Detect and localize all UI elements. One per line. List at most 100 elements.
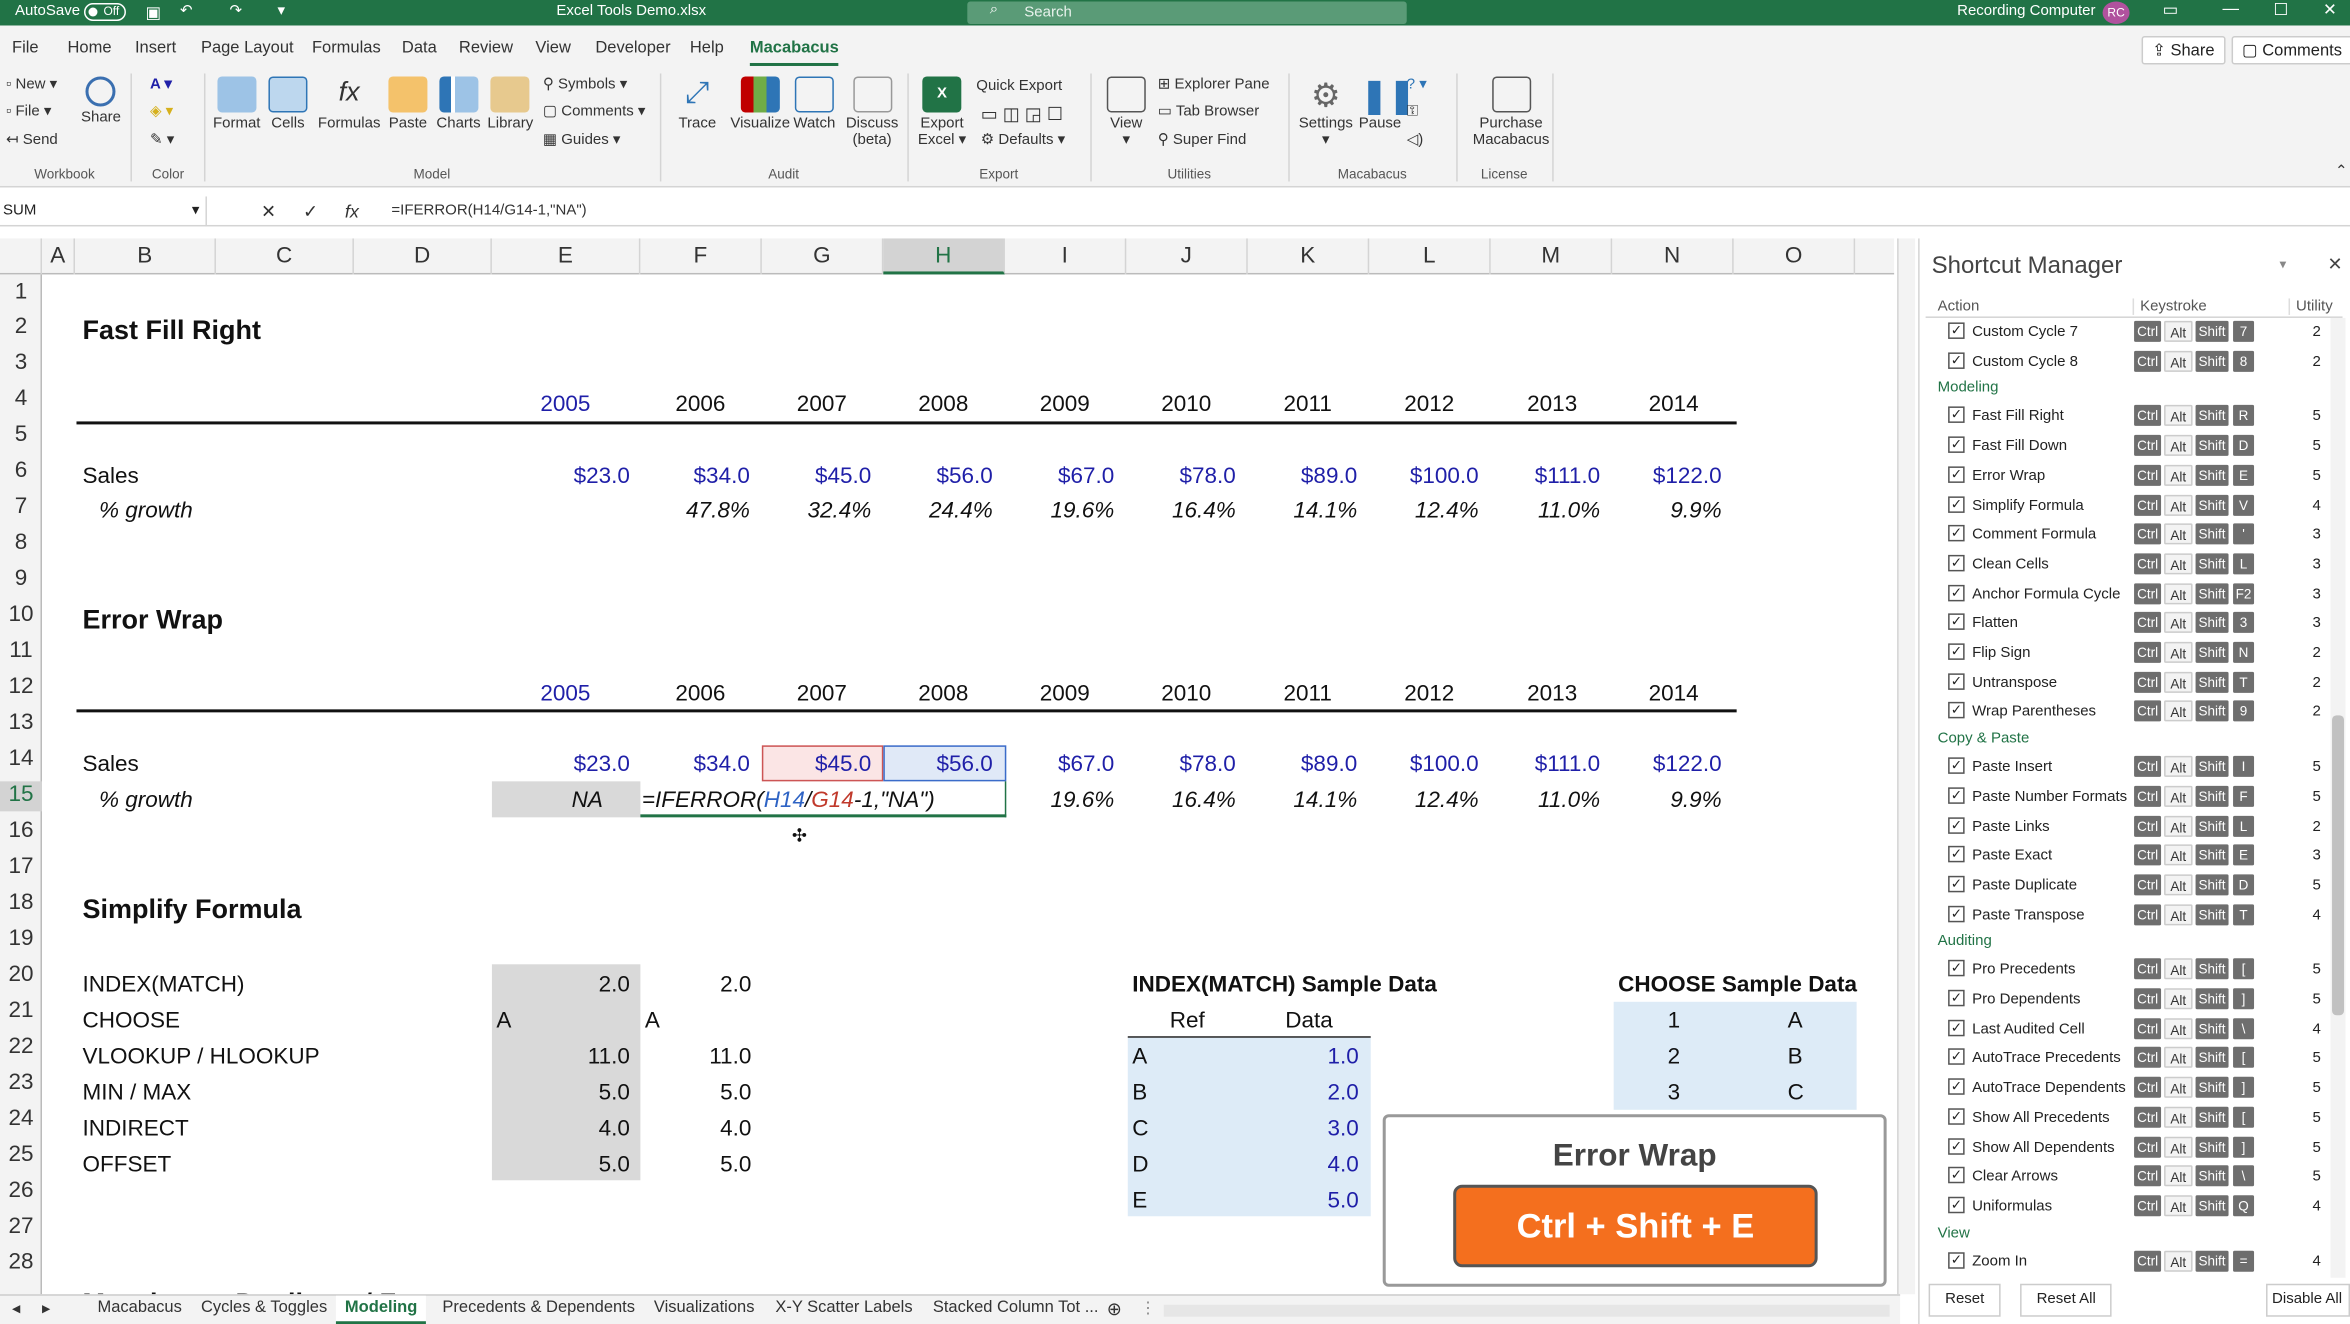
sales-cell[interactable]: $34.0 [630,463,750,488]
growth-cell[interactable]: 12.4% [1359,787,1479,812]
shortcut-row[interactable]: ✓ Custom Cycle 8 Ctrl Alt Shift 8 2 [1926,347,2331,375]
growth-cell[interactable]: 14.1% [1237,498,1357,523]
sheet-grid[interactable]: Fast Fill Right 2005 2006 2007 2008 2009 2010… [0,0,1894,1294]
shortcut-row[interactable]: ✓ Paste Exact Ctrl Alt Shift E 3 [1926,842,2331,870]
checkbox-checked-icon[interactable]: ✓ [1948,351,1965,369]
growth-cell[interactable]: 16.4% [1116,787,1236,812]
sales-cell[interactable]: $111.0 [1480,463,1600,488]
growth-cell[interactable]: 11.0% [1480,787,1600,812]
sales-cell[interactable]: $45.0 [751,463,871,488]
checkbox-checked-icon[interactable]: ✓ [1948,1078,1965,1095]
simplify-f-value[interactable]: 5.0 [631,1080,751,1105]
shortcut-row[interactable]: ✓ Custom Cycle 7 Ctrl Alt Shift 7 2 [1926,318,2331,346]
sales-cell[interactable]: $67.0 [994,751,1114,776]
growth-cell[interactable]: 19.6% [994,787,1114,812]
growth-cell[interactable]: 9.9% [1602,787,1721,812]
sales-cell[interactable]: $78.0 [1116,463,1235,488]
index-ref-cell[interactable]: D [1132,1152,1148,1177]
index-data-cell[interactable]: 1.0 [1239,1044,1358,1069]
pane-options-icon[interactable]: ▾ [2280,256,2287,272]
year-cell[interactable]: 2009 [1035,391,1095,416]
simplify-e-value[interactable]: 11.0 [510,1044,630,1069]
shortcut-row[interactable]: ✓ Zoom In Ctrl Alt Shift = 4 [1926,1247,2331,1275]
sm-scroll-thumb[interactable] [2332,715,2345,1016]
year-cell[interactable]: 2007 [792,681,852,706]
shortcut-row[interactable]: ✓ Uniformulas Ctrl Alt Shift Q 4 [1926,1192,2331,1220]
index-data-cell[interactable]: 4.0 [1239,1152,1358,1177]
simplify-f-value[interactable]: 2.0 [631,972,751,997]
sheet-tab[interactable]: Stacked Column Tot ... [933,1299,1099,1317]
year-cell[interactable]: 2014 [1644,681,1704,706]
sheet-tab[interactable]: X-Y Scatter Labels [775,1299,912,1317]
checkbox-checked-icon[interactable]: ✓ [1948,1019,1965,1036]
cell-e15[interactable]: NA [495,787,603,812]
checkbox-checked-icon[interactable]: ✓ [1948,757,1965,774]
simplify-f-value[interactable]: A [645,1008,660,1033]
checkbox-checked-icon[interactable]: ✓ [1948,875,1965,893]
vertical-scrollbar[interactable] [1897,238,1916,1295]
shortcut-row[interactable]: ✓ Last Audited Cell Ctrl Alt Shift \ 4 [1926,1015,2331,1043]
shortcut-row[interactable]: ✓ AutoTrace Precedents Ctrl Alt Shift[5 [1926,1044,2331,1072]
checkbox-checked-icon[interactable]: ✓ [1948,407,1965,424]
sales-cell[interactable]: $23.0 [510,751,630,776]
simplify-e-value[interactable]: 2.0 [510,972,630,997]
checkbox-checked-icon[interactable]: ✓ [1948,989,1965,1007]
sheet-tab[interactable]: Macabacus [97,1299,181,1317]
keystroke-header[interactable]: Keystroke [2132,298,2207,315]
simplify-f-value[interactable]: 4.0 [631,1116,751,1141]
checkbox-checked-icon[interactable]: ✓ [1948,613,1965,631]
sales-cell[interactable]: $122.0 [1602,463,1722,488]
checkbox-checked-icon[interactable]: ✓ [1948,554,1965,572]
sales-cell[interactable]: $100.0 [1359,751,1479,776]
sales-cell[interactable]: $45.0 [751,751,871,776]
checkbox-checked-icon[interactable]: ✓ [1948,1137,1965,1155]
year-cell[interactable]: 2010 [1156,391,1216,416]
shortcut-row[interactable]: ✓ Paste Duplicate Ctrl Alt Shift D 5 [1926,871,2331,899]
checkbox-checked-icon[interactable]: ✓ [1948,702,1965,719]
simplify-f-value[interactable]: 11.0 [631,1044,751,1069]
year-cell[interactable]: 2013 [1522,681,1582,706]
growth-cell[interactable]: 9.9% [1602,498,1721,523]
index-data-cell[interactable]: 2.0 [1239,1080,1358,1105]
checkbox-checked-icon[interactable]: ✓ [1948,1196,1965,1214]
choose-letter-cell[interactable]: C [1788,1080,1804,1105]
disable-all-button[interactable]: Disable All [2266,1283,2350,1317]
close-icon[interactable]: ✕ [2323,0,2337,19]
growth-cell[interactable]: 14.1% [1237,787,1357,812]
checkbox-checked-icon[interactable]: ✓ [1948,672,1965,690]
checkbox-checked-icon[interactable]: ✓ [1948,584,1965,601]
checkbox-checked-icon[interactable]: ✓ [1948,495,1965,513]
checkbox-checked-icon[interactable]: ✓ [1948,525,1965,542]
shortcut-row[interactable]: ✓ Comment Formula Ctrl Alt Shift ' 3 [1926,521,2331,549]
shortcut-row[interactable]: ✓ Untranspose Ctrl Alt Shift T 2 [1926,668,2331,696]
sales-cell[interactable]: $23.0 [510,463,630,488]
choose-num-cell[interactable]: 3 [1668,1080,1681,1105]
checkbox-checked-icon[interactable]: ✓ [1948,1167,1965,1184]
growth-cell[interactable]: 24.4% [873,498,993,523]
year-cell[interactable]: 2006 [670,681,730,706]
simplify-f-value[interactable]: 5.0 [631,1152,751,1177]
checkbox-checked-icon[interactable]: ✓ [1948,960,1965,977]
shortcut-row[interactable]: ✓ Clear Arrows Ctrl Alt Shift \ 5 [1926,1163,2331,1191]
minimize-icon[interactable]: — [2223,0,2239,18]
sales-cell[interactable]: $89.0 [1237,463,1357,488]
growth-cell[interactable]: 16.4% [1116,498,1236,523]
checkbox-checked-icon[interactable]: ✓ [1948,787,1965,804]
year-cell[interactable]: 2006 [670,391,730,416]
reset-button[interactable]: Reset [1928,1283,2001,1317]
index-ref-cell[interactable]: C [1132,1116,1148,1141]
tabs-scroll-left-icon[interactable]: ◂ [12,1299,20,1318]
year-cell[interactable]: 2005 [535,681,595,706]
year-cell[interactable]: 2012 [1399,681,1459,706]
index-ref-cell[interactable]: E [1132,1188,1147,1213]
choose-num-cell[interactable]: 1 [1668,1008,1681,1033]
shortcut-row[interactable]: ✓ Paste Insert Ctrl Alt Shift I 5 [1926,753,2331,781]
share-button[interactable]: ⇪ Share [2141,35,2226,65]
shortcut-row[interactable]: ✓ Simplify Formula Ctrl Alt Shift V 4 [1926,491,2331,519]
shortcut-row[interactable]: ✓ AutoTrace Dependents Ctrl Alt Shift] 5 [1926,1074,2331,1102]
close-pane-icon[interactable]: ✕ [2328,253,2343,274]
sheet-tab[interactable]: Cycles & Toggles [201,1299,327,1317]
sm-scrollbar[interactable] [2330,317,2346,1278]
sales-cell[interactable]: $111.0 [1480,751,1600,776]
cell-h15-editor[interactable]: =IFERROR(H14/G14-1,"NA") [642,787,935,812]
